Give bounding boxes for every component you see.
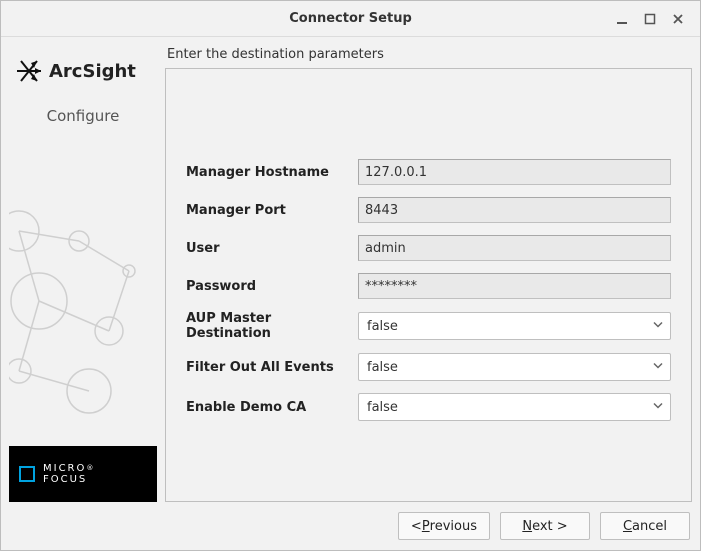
close-button[interactable] bbox=[664, 7, 692, 31]
minimize-button[interactable] bbox=[608, 7, 636, 31]
label-manager-hostname: Manager Hostname bbox=[186, 165, 356, 180]
previous-button[interactable]: < Previous bbox=[398, 512, 490, 540]
sidebar-graphic bbox=[9, 161, 157, 446]
main-row: ArcSight Configure bbox=[9, 43, 692, 502]
sidebar: ArcSight Configure bbox=[9, 43, 157, 502]
label-manager-port: Manager Port bbox=[186, 203, 356, 218]
filter-out-select[interactable]: false bbox=[358, 353, 671, 381]
instruction-text: Enter the destination parameters bbox=[165, 43, 692, 68]
user-field[interactable] bbox=[358, 235, 671, 261]
manager-port-field[interactable] bbox=[358, 197, 671, 223]
maximize-icon bbox=[644, 13, 656, 25]
close-icon bbox=[672, 13, 684, 25]
aup-master-select[interactable]: false bbox=[358, 312, 671, 340]
microfocus-icon bbox=[19, 466, 35, 482]
arcsight-icon bbox=[15, 57, 43, 85]
maximize-button[interactable] bbox=[636, 7, 664, 31]
label-aup-master: AUP Master Destination bbox=[186, 311, 356, 341]
content-pane: Enter the destination parameters Manager… bbox=[165, 43, 692, 502]
label-filter-out: Filter Out All Events bbox=[186, 360, 356, 375]
sidebar-footer: MICRO® FOCUS bbox=[9, 446, 157, 502]
label-password: Password bbox=[186, 279, 356, 294]
label-user: User bbox=[186, 241, 356, 256]
config-box: Manager Hostname Manager Port User Passw… bbox=[165, 68, 692, 502]
window-body: ArcSight Configure bbox=[1, 37, 700, 550]
enable-demo-ca-select[interactable]: false bbox=[358, 393, 671, 421]
cancel-button[interactable]: Cancel bbox=[600, 512, 690, 540]
form-grid: Manager Hostname Manager Port User Passw… bbox=[186, 159, 671, 421]
password-field[interactable] bbox=[358, 273, 671, 299]
button-row: < Previous Next > Cancel bbox=[9, 502, 692, 542]
window-root: Connector Setup bbox=[0, 0, 701, 551]
microfocus-text: MICRO® FOCUS bbox=[43, 463, 95, 485]
label-enable-demo-ca: Enable Demo CA bbox=[186, 400, 356, 415]
minimize-icon bbox=[616, 13, 628, 25]
titlebar: Connector Setup bbox=[1, 1, 700, 37]
next-button[interactable]: Next > bbox=[500, 512, 590, 540]
brand-logo: ArcSight bbox=[9, 43, 157, 89]
window-title: Connector Setup bbox=[93, 11, 608, 26]
brand-text: ArcSight bbox=[49, 61, 136, 82]
manager-hostname-field[interactable] bbox=[358, 159, 671, 185]
wizard-step-label: Configure bbox=[9, 107, 157, 125]
